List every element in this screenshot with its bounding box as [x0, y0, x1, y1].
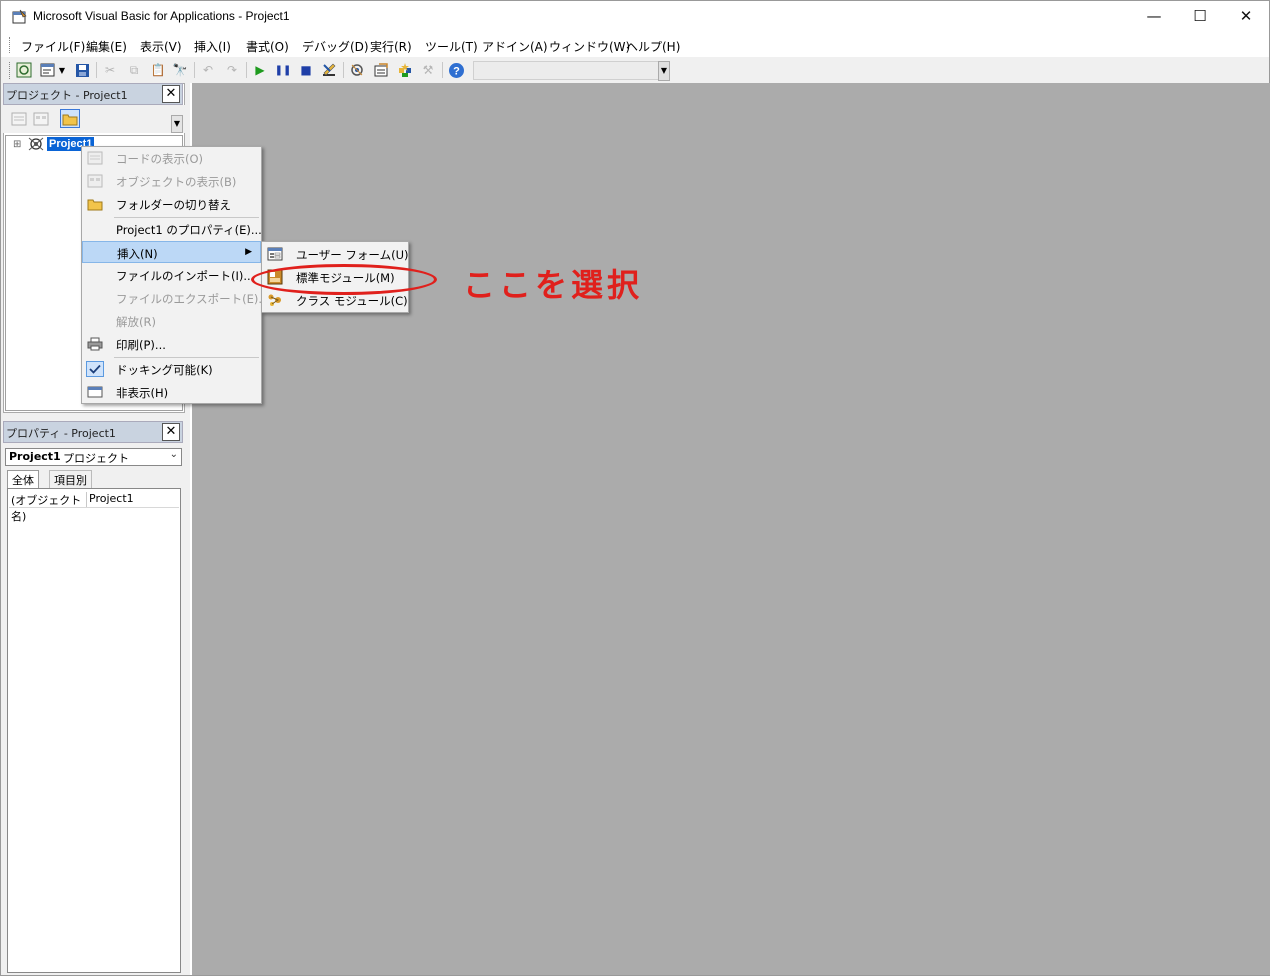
menu-run[interactable]: 実行(R): [370, 38, 412, 55]
window-title: Microsoft Visual Basic for Applications …: [33, 9, 290, 23]
properties-pane-title: プロパティ - Project1: [6, 427, 116, 440]
title-bar: Microsoft Visual Basic for Applications …: [1, 1, 1269, 33]
menu-toggle-folders[interactable]: フォルダーの切り替え: [82, 193, 261, 215]
properties-pane-close-button[interactable]: ✕: [162, 423, 180, 441]
menu-print[interactable]: 印刷(P)...: [82, 333, 261, 355]
folder-icon: [86, 196, 104, 212]
printer-icon: [86, 336, 104, 352]
property-row[interactable]: (オブジェクト名) Project1: [9, 492, 179, 523]
view-object-icon: [86, 173, 104, 189]
toolbar-grip[interactable]: [9, 62, 12, 79]
menu-import-file[interactable]: ファイルのインポート(I)...: [82, 264, 261, 286]
properties-window-icon[interactable]: [372, 61, 390, 79]
menu-view-code[interactable]: コードの表示(O): [82, 147, 261, 169]
project-explorer-icon[interactable]: [348, 61, 366, 79]
menubar-grip[interactable]: [9, 37, 12, 53]
toggle-folders-icon[interactable]: [60, 109, 80, 128]
menu-dockable[interactable]: ドッキング可能(K): [82, 358, 261, 380]
menu-debug[interactable]: デバッグ(D): [302, 38, 369, 55]
context-menu: コードの表示(O) オブジェクトの表示(B) フォルダーの切り替え Projec…: [81, 146, 269, 404]
insert-object-icon[interactable]: [39, 61, 57, 79]
object-selector[interactable]: Project1 プロジェクト ⌄: [5, 448, 182, 466]
design-mode-icon[interactable]: [320, 61, 338, 79]
menu-edit[interactable]: 編集(E): [86, 38, 127, 55]
property-key: (オブジェクト名): [11, 492, 87, 523]
properties-pane-header[interactable]: プロパティ - Project1 ✕: [3, 421, 183, 443]
minimize-button[interactable]: —: [1131, 1, 1177, 31]
menu-help[interactable]: ヘルプ(H): [626, 38, 680, 55]
menu-insert-userform[interactable]: ユーザー フォーム(U): [262, 243, 408, 265]
project-pane-toolbar: ▼: [3, 105, 185, 133]
cut-icon[interactable]: ✂: [101, 61, 119, 79]
hide-window-icon: [86, 384, 104, 400]
menu-window[interactable]: ウィンドウ(W): [549, 38, 630, 55]
annotation-label: ここを選択: [463, 266, 644, 304]
chevron-down-icon: ⌄: [169, 449, 178, 460]
property-value[interactable]: Project1: [89, 492, 134, 505]
tree-expand-icon[interactable]: ⊞: [13, 139, 21, 150]
userform-icon: [266, 246, 284, 262]
mdi-client-area[interactable]: [190, 83, 1270, 975]
project-pane-title: プロジェクト - Project1: [6, 89, 128, 102]
object-selector-kind: プロジェクト: [63, 452, 129, 465]
menu-addins[interactable]: アドイン(A): [482, 38, 548, 55]
toolbar-options-icon[interactable]: ▼: [658, 61, 670, 81]
position-display: [473, 61, 669, 80]
checkmark-icon: [86, 361, 104, 377]
tab-categorized[interactable]: 項目別: [49, 470, 92, 488]
menu-view[interactable]: 表示(V): [140, 38, 182, 55]
view-code-icon: [86, 150, 104, 166]
standard-toolbar: ▼ ✂ ⧉ 📋 🔭 ↶ ↷ ▶ ❚❚ ■ ⚒ ?: [1, 58, 671, 83]
svg-text:?: ?: [453, 65, 460, 77]
save-icon[interactable]: [73, 61, 91, 79]
toolbox-icon[interactable]: ⚒: [419, 61, 437, 79]
excel-view-icon[interactable]: [15, 61, 33, 79]
view-object-icon[interactable]: [31, 109, 51, 128]
vba-project-icon: [27, 136, 45, 155]
menu-export-file[interactable]: ファイルのエクスポート(E)...: [82, 287, 269, 309]
highlight-ellipse: [251, 264, 437, 295]
copy-icon[interactable]: ⧉: [125, 61, 143, 79]
menu-insert[interactable]: 挿入(I): [194, 38, 231, 55]
find-icon[interactable]: 🔭: [171, 61, 189, 79]
properties-grid: [7, 488, 181, 973]
reset-icon[interactable]: ■: [297, 61, 315, 79]
menu-project-properties[interactable]: Project1 のプロパティ(E)...: [82, 218, 262, 240]
submenu-arrow-icon: ▶: [245, 247, 252, 257]
view-code-icon[interactable]: [9, 109, 29, 128]
tab-alphabetic[interactable]: 全体: [7, 470, 39, 488]
paste-icon[interactable]: 📋: [149, 61, 167, 79]
class-module-icon: [266, 292, 284, 308]
menu-file[interactable]: ファイル(F): [21, 38, 85, 55]
break-icon[interactable]: ❚❚: [274, 61, 292, 79]
vba-window: Microsoft Visual Basic for Applications …: [0, 0, 1270, 976]
menu-tools[interactable]: ツール(T): [425, 38, 478, 55]
redo-icon[interactable]: ↷: [223, 61, 241, 79]
dropdown-icon[interactable]: ▼: [57, 61, 67, 79]
undo-icon[interactable]: ↶: [199, 61, 217, 79]
project-pane-header[interactable]: プロジェクト - Project1 ✕: [3, 83, 183, 105]
menu-insert[interactable]: 挿入(N) ▶: [82, 241, 261, 263]
pane-toolbar-options-icon[interactable]: ▼: [171, 115, 183, 133]
menu-format[interactable]: 書式(O): [246, 38, 289, 55]
menu-view-object[interactable]: オブジェクトの表示(B): [82, 170, 261, 192]
object-selector-name: Project1: [9, 450, 61, 463]
object-browser-icon[interactable]: [396, 61, 414, 79]
menu-remove[interactable]: 解放(R): [82, 310, 261, 332]
close-button[interactable]: ✕: [1223, 1, 1269, 31]
project-pane-close-button[interactable]: ✕: [162, 85, 180, 103]
menu-hide[interactable]: 非表示(H): [82, 381, 261, 403]
help-icon[interactable]: ?: [447, 61, 465, 79]
menu-bar: ファイル(F) 編集(E) 表示(V) 挿入(I) 書式(O) デバッグ(D) …: [1, 33, 1269, 57]
vba-app-icon: [11, 8, 29, 25]
maximize-button[interactable]: ☐: [1177, 1, 1223, 31]
run-icon[interactable]: ▶: [251, 61, 269, 79]
